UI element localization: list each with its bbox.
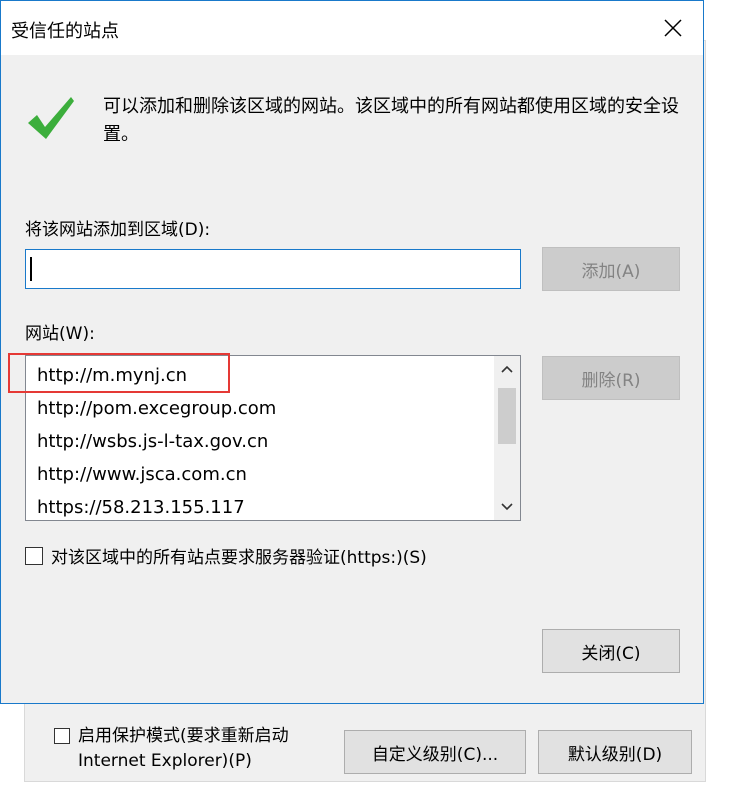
- default-level-button[interactable]: 默认级别(D): [538, 730, 692, 774]
- title-bar: 受信任的站点: [1, 1, 703, 55]
- chevron-up-icon[interactable]: [494, 356, 520, 382]
- list-item[interactable]: http://pom.excegroup.com: [37, 392, 276, 425]
- list-item[interactable]: https://58.213.155.117: [37, 491, 245, 520]
- list-item[interactable]: http://www.jsca.com.cn: [37, 458, 247, 491]
- chevron-down-icon[interactable]: [494, 494, 520, 520]
- remove-button[interactable]: 删除(R): [542, 356, 680, 400]
- https-verify-label: 对该区域中的所有站点要求服务器验证(https:)(S): [51, 548, 427, 568]
- https-verify-option[interactable]: 对该区域中的所有站点要求服务器验证(https:)(S): [25, 543, 427, 568]
- trusted-sites-dialog: 受信任的站点 可以添加和删除该区域的网站。该区域中的所有网站都使用区域的安全设置…: [0, 0, 704, 704]
- protected-mode-option[interactable]: 启用保护模式(要求重新启动 Internet Explorer)(P): [54, 724, 338, 774]
- custom-level-button[interactable]: 自定义级别(C)...: [344, 730, 526, 774]
- add-button[interactable]: 添加(A): [542, 247, 680, 291]
- close-icon[interactable]: [643, 1, 703, 55]
- protected-mode-label: 启用保护模式(要求重新启动 Internet Explorer)(P): [78, 726, 289, 771]
- sites-list-label: 网站(W):: [25, 324, 95, 344]
- https-verify-checkbox[interactable]: [25, 546, 43, 565]
- scroll-thumb[interactable]: [498, 388, 516, 444]
- add-site-input[interactable]: [25, 249, 521, 289]
- close-button[interactable]: 关闭(C): [542, 629, 680, 673]
- text-caret: [30, 257, 32, 281]
- add-site-label: 将该网站添加到区域(D):: [25, 220, 211, 240]
- protected-mode-checkbox[interactable]: [54, 728, 70, 744]
- checkmark-icon: [25, 93, 77, 145]
- dialog-title: 受信任的站点: [11, 21, 119, 42]
- list-item[interactable]: http://wsbs.js-l-tax.gov.cn: [37, 425, 268, 458]
- highlight-annotation: [8, 353, 230, 393]
- zone-info-text: 可以添加和删除该区域的网站。该区域中的所有网站都使用区域的安全设置。: [103, 96, 679, 145]
- vertical-scrollbar[interactable]: [494, 356, 520, 520]
